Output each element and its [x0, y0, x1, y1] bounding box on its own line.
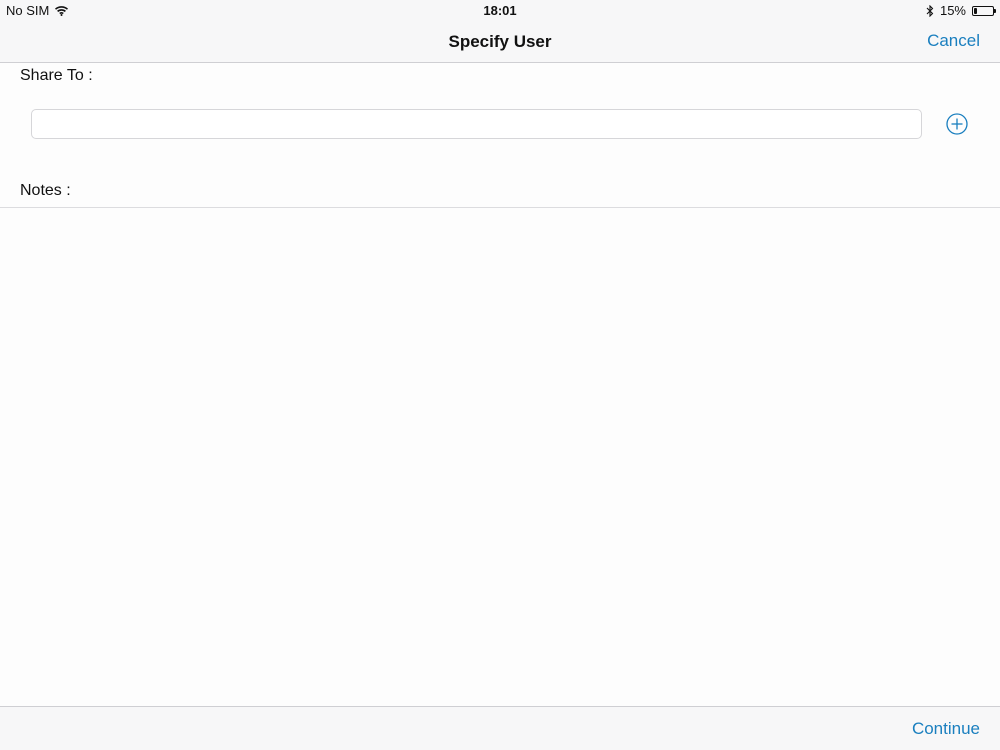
- continue-button[interactable]: Continue: [912, 719, 980, 739]
- status-right: 15%: [926, 3, 996, 18]
- bluetooth-icon: [926, 4, 934, 17]
- navigation-bar: Specify User Cancel: [0, 20, 1000, 63]
- share-to-input[interactable]: [31, 109, 922, 139]
- battery-level: [974, 7, 977, 14]
- page-title: Specify User: [448, 32, 552, 51]
- specify-user-screen: No SIM 18:01 15% Specify User Cancel Sha…: [0, 0, 1000, 750]
- share-to-label: Share To :: [20, 67, 93, 84]
- notes-textarea[interactable]: [0, 208, 1000, 706]
- bottom-toolbar: Continue: [0, 706, 1000, 750]
- notes-label: Notes :: [20, 182, 71, 199]
- status-clock: 18:01: [483, 3, 517, 18]
- battery-percent: 15%: [939, 3, 966, 18]
- cancel-button[interactable]: Cancel: [927, 31, 980, 51]
- plus-circle-icon[interactable]: [946, 113, 968, 135]
- battery-icon: [972, 5, 996, 16]
- status-bar: No SIM 18:01 15%: [0, 0, 1000, 20]
